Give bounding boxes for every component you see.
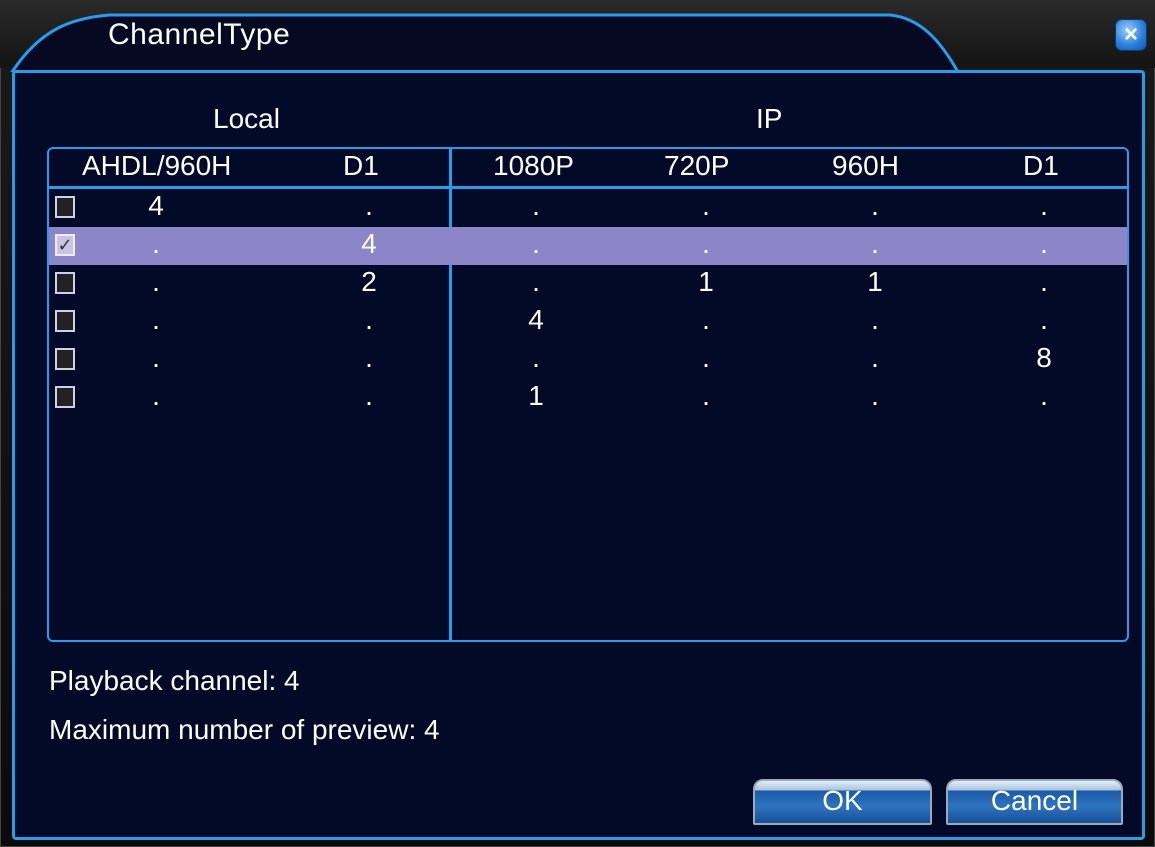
table-cell: . <box>871 380 879 411</box>
close-button[interactable]: × <box>1115 19 1147 51</box>
table-cell: . <box>871 228 879 259</box>
col-header-ip-d1: D1 <box>1023 150 1059 181</box>
ok-button[interactable]: OK <box>753 779 932 825</box>
table-cell: . <box>1040 266 1048 297</box>
table-cell: . <box>702 380 710 411</box>
col-header-ahdl-960h: AHDL/960H <box>82 150 232 181</box>
table-cell: . <box>1040 190 1048 221</box>
table-cell: . <box>1040 380 1048 411</box>
cancel-button[interactable]: Cancel <box>946 779 1123 825</box>
table-cell: . <box>365 380 373 411</box>
table-cell: . <box>1040 304 1048 335</box>
table-cell: . <box>532 266 540 297</box>
table-row[interactable]: . 2. 1 1. <box>49 265 1127 303</box>
table-cell: 1 <box>698 266 714 297</box>
table-cell: . <box>871 342 879 373</box>
table-cell: . <box>532 342 540 373</box>
table-cell: . <box>871 304 879 335</box>
table-cell: . <box>532 228 540 259</box>
table-cell: . <box>152 228 160 259</box>
table-cell: . <box>152 342 160 373</box>
table-cell: . <box>365 342 373 373</box>
table-cell: 8 <box>1036 342 1052 373</box>
group-label-local: Local <box>213 103 280 134</box>
table-row[interactable]: .. 1... <box>49 379 1127 417</box>
table-row[interactable]: ✓. 4.... <box>49 227 1127 265</box>
table-cell: 4 <box>148 190 164 221</box>
table-cell: . <box>702 304 710 335</box>
col-header-960h: 960H <box>832 150 899 181</box>
row-checkbox[interactable] <box>55 386 75 408</box>
table-row[interactable]: 4..... <box>49 189 1127 227</box>
row-checkbox[interactable] <box>55 310 75 332</box>
table-cell: . <box>702 228 710 259</box>
row-checkbox[interactable] <box>55 348 75 370</box>
table-cell: . <box>702 342 710 373</box>
table-cell: . <box>152 304 160 335</box>
col-header-720p: 720P <box>664 150 730 181</box>
table-cell: 2 <box>361 266 377 297</box>
table-cell: . <box>1040 228 1048 259</box>
table-cell: . <box>532 190 540 221</box>
max-preview-text: Maximum number of preview: 4 <box>49 714 440 745</box>
table-cell: 1 <box>528 380 544 411</box>
group-label-ip: IP <box>756 103 783 134</box>
col-header-local-d1: D1 <box>343 150 379 181</box>
row-checkbox[interactable]: ✓ <box>55 234 75 256</box>
dialog-title: ChannelType <box>108 18 291 51</box>
table-cell: . <box>152 266 160 297</box>
table-row[interactable]: .. 4... <box>49 303 1127 341</box>
table-cell: 4 <box>528 304 544 335</box>
row-checkbox[interactable] <box>55 272 75 294</box>
table-cell: . <box>365 190 373 221</box>
col-header-1080p: 1080P <box>493 150 574 181</box>
row-checkbox[interactable] <box>55 196 75 218</box>
playback-channel-text: Playback channel: 4 <box>49 665 300 696</box>
table-row[interactable]: ..... 8 <box>49 341 1127 379</box>
table-cell: . <box>365 304 373 335</box>
table-cell: . <box>702 190 710 221</box>
table-cell: 4 <box>361 228 377 259</box>
table-cell: . <box>871 190 879 221</box>
table-cell: 1 <box>867 266 883 297</box>
table-cell: . <box>152 380 160 411</box>
